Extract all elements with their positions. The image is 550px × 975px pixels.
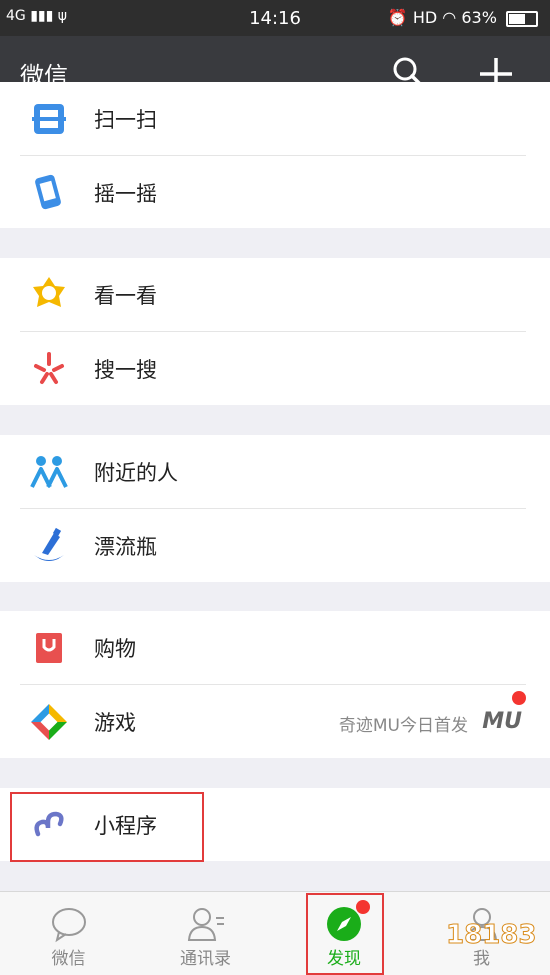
shake-icon bbox=[35, 174, 61, 210]
menu-item-label: 摇一摇 bbox=[94, 182, 157, 206]
group-look-search: 看一看 搜一搜 bbox=[0, 258, 550, 405]
menu-item-drift-bottle[interactable]: 漂流瓶 bbox=[0, 509, 550, 582]
games-notification-dot bbox=[512, 691, 526, 705]
menu-item-shopping[interactable]: 购物 bbox=[0, 611, 550, 684]
scan-icon bbox=[32, 104, 66, 134]
menu-item-label: 搜一搜 bbox=[94, 358, 157, 382]
group-shop-games: 购物 游戏 奇迹MU今日首发 MU bbox=[0, 611, 550, 758]
shopping-bag-icon bbox=[36, 633, 62, 663]
status-bar: 4G ▮▮▮ ψ 14:16 ⏰ HD ◠ 63% bbox=[0, 0, 550, 36]
status-right: ⏰ HD ◠ 63% bbox=[388, 8, 538, 27]
search-feature-icon bbox=[34, 352, 64, 384]
battery-icon bbox=[506, 10, 538, 27]
menu-item-label: 看一看 bbox=[94, 284, 157, 308]
menu-item-games[interactable]: 游戏 奇迹MU今日首发 MU bbox=[0, 685, 550, 758]
tab-label: 微信 bbox=[51, 949, 86, 969]
battery-percent: 63% bbox=[461, 8, 497, 27]
look-icon bbox=[33, 277, 65, 307]
menu-item-people-nearby[interactable]: 附近的人 bbox=[0, 435, 550, 508]
people-nearby-icon bbox=[30, 456, 68, 488]
contacts-icon bbox=[187, 908, 224, 941]
game-logo: MU bbox=[482, 709, 522, 734]
tab-label: 通讯录 bbox=[180, 949, 231, 969]
tab-contacts[interactable]: 通讯录 bbox=[137, 892, 274, 975]
tab-chats[interactable]: 微信 bbox=[0, 892, 137, 975]
menu-item-label: 漂流瓶 bbox=[94, 535, 157, 559]
highlight-box bbox=[10, 792, 204, 862]
menu-item-label: 购物 bbox=[94, 637, 136, 661]
menu-item-look[interactable]: 看一看 bbox=[0, 258, 550, 331]
chat-bubble-icon bbox=[51, 908, 86, 943]
menu-item-shake[interactable]: 摇一摇 bbox=[0, 156, 550, 229]
wifi-icon: ◠ bbox=[442, 8, 457, 27]
hd-label: HD bbox=[412, 8, 438, 27]
menu-item-label: 游戏 bbox=[94, 711, 136, 735]
watermark-logo: 18183 bbox=[445, 920, 537, 951]
drift-bottle-icon bbox=[34, 527, 64, 561]
menu-item-label: 附近的人 bbox=[94, 461, 178, 485]
alarm-icon: ⏰ bbox=[387, 8, 408, 27]
games-icon bbox=[31, 704, 67, 740]
menu-item-search[interactable]: 搜一搜 bbox=[0, 332, 550, 405]
highlight-box-discover bbox=[306, 893, 384, 975]
group-scan-shake: 扫一扫 摇一摇 bbox=[0, 82, 550, 228]
menu-item-scan[interactable]: 扫一扫 bbox=[0, 82, 550, 155]
group-nearby-bottle: 附近的人 漂流瓶 bbox=[0, 435, 550, 582]
menu-item-label: 扫一扫 bbox=[94, 108, 157, 132]
games-promo-text: 奇迹MU今日首发 bbox=[338, 716, 468, 736]
